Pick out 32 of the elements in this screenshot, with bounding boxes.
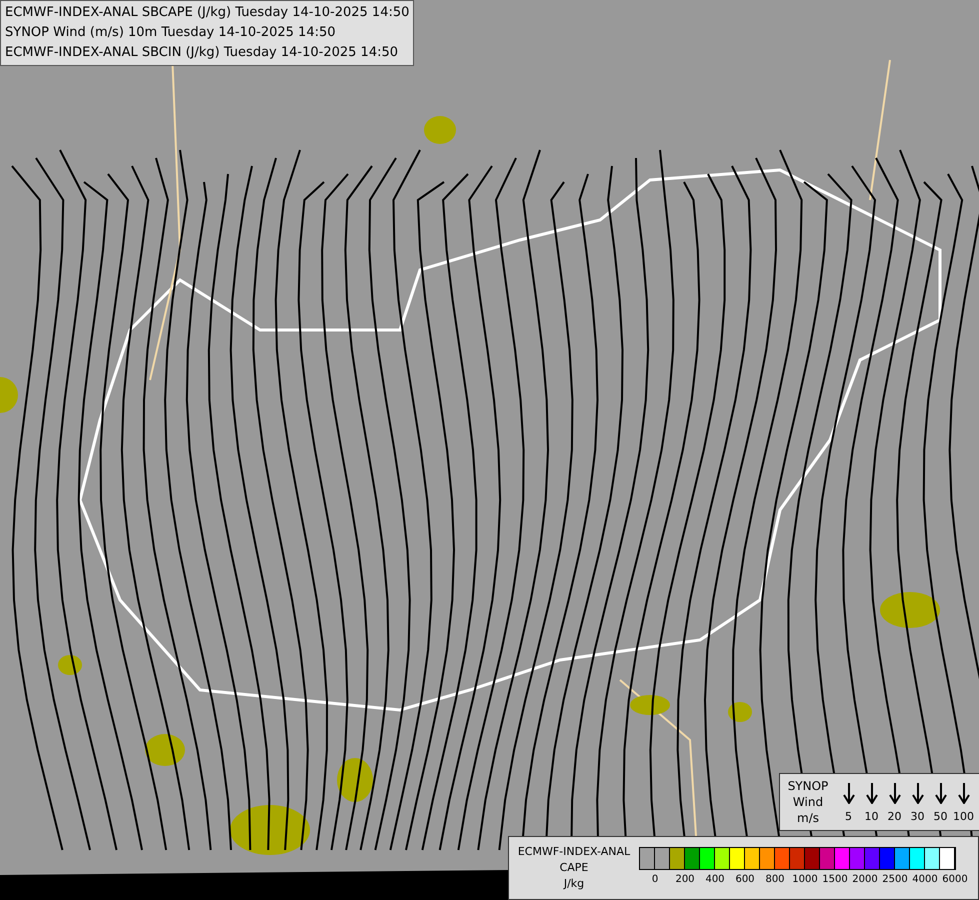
down-arrow-icon [842,782,854,804]
scale-label: 800 [765,874,785,884]
speed-label: 10 [864,810,878,822]
legend-title: J/kg [564,876,584,892]
legend-title: Wind [792,794,824,810]
down-arrow-icon [866,782,878,804]
down-arrow-icon [912,782,924,804]
scale-label: 1000 [792,874,818,884]
layer-title: SYNOP Wind (m/s) 10m Tuesday 14-10-2025 14:50 [5,24,337,42]
scale-label: 2500 [882,874,908,884]
speed-label: 20 [888,810,902,822]
scale-label: 4000 [912,874,938,884]
scale-label: 400 [705,874,725,884]
layer-title: ECMWF-INDEX-ANAL SBCIN (J/kg) Tuesday 14-10-2025 14:50 [5,44,400,62]
scale-label: 1500 [822,874,848,884]
scale-label: 6000 [942,874,968,884]
down-arrow-icon [934,782,946,804]
speed-label: 100 [953,810,974,822]
scale-label: 0 [652,874,658,884]
scale-label: 2000 [852,874,878,884]
legend-title: ECMWF-INDEX-ANAL [518,844,630,860]
down-arrow-icon [958,782,970,804]
layer-title: ECMWF-INDEX-ANAL SBCAPE (J/kg) Tuesday 14-10-2025 14:50 [5,4,410,22]
down-arrow-icon [888,782,900,804]
legend-title: CAPE [560,860,588,876]
speed-label: 50 [934,810,948,822]
speed-label: 5 [845,810,852,822]
legend-title: SYNOP [788,778,828,794]
scale-label: 200 [675,874,695,884]
legend-title: m/s [797,810,819,826]
speed-label: 30 [910,810,924,822]
scale-label: 600 [735,874,755,884]
